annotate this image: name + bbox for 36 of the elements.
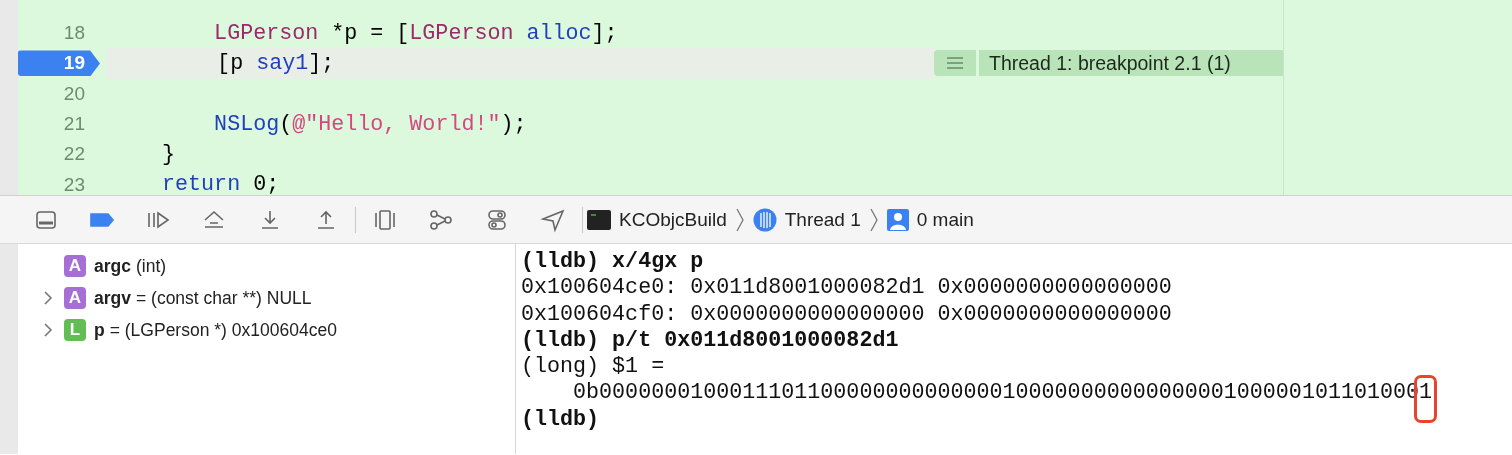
- variable-badge: A: [64, 255, 86, 277]
- chevron-icon: [868, 206, 879, 233]
- breakpoint-marker[interactable]: 19: [18, 50, 100, 77]
- console-line: (long) $1 =: [521, 354, 666, 381]
- breadcrumb-item[interactable]: 0 main: [886, 208, 974, 231]
- breadcrumb-item[interactable]: KCObjcBuild: [587, 208, 727, 231]
- variable-name[interactable]: argv: [94, 287, 131, 309]
- console-line: 0x100604ce0: 0x011d8001000082d1 0x0000000000000000: [521, 275, 1172, 302]
- variable-badge: L: [64, 319, 86, 341]
- code-line: [p say1];: [216, 50, 335, 76]
- line-number: 20: [62, 82, 85, 105]
- menu-icon[interactable]: [934, 50, 976, 77]
- code-line: LGPerson *p = [LGPerson alloc];: [213, 20, 618, 46]
- terminal-icon: [587, 208, 611, 231]
- user-frame-icon: [886, 208, 909, 231]
- console-line: (lldb): [521, 406, 600, 434]
- variable-badge: A: [64, 287, 86, 309]
- code-line: return 0;: [161, 172, 280, 198]
- thread-icon: [752, 207, 777, 232]
- variable-value: = (LGPerson *) 0x100604ce0: [109, 319, 337, 341]
- variable-value: = (const char **) NULL: [135, 287, 312, 309]
- breadcrumb-item[interactable]: Thread 1: [752, 207, 861, 232]
- console-line: (lldb) x/4gx p: [521, 249, 704, 276]
- breakpoint-annotation: Thread 1: breakpoint 2.1 (1): [979, 50, 1283, 77]
- chevron-icon: [734, 206, 745, 233]
- variable-name[interactable]: argc: [94, 255, 131, 277]
- line-number: 21: [62, 113, 85, 136]
- console-line: (lldb) p/t 0x011d8001000082d1: [521, 327, 899, 355]
- line-number: 22: [62, 143, 85, 166]
- console-line: 0x100604cf0: 0x0000000000000000 0x0000000000000000: [521, 301, 1172, 328]
- variable-value: (int): [135, 255, 167, 277]
- line-number: 23: [62, 173, 85, 196]
- line-number: 18: [62, 22, 85, 45]
- code-line: NSLog(@"Hello, World!");: [213, 111, 527, 137]
- variable-name[interactable]: p: [94, 319, 105, 341]
- code-line: }: [161, 141, 176, 167]
